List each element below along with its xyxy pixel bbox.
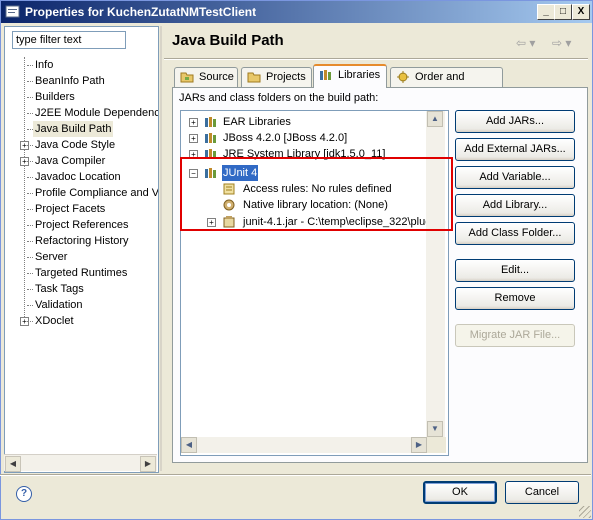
library-icon: [205, 133, 216, 143]
page-title: Java Build Path: [172, 32, 284, 49]
filter-input[interactable]: type filter text: [12, 31, 126, 49]
scroll-right-icon[interactable]: ▶: [140, 456, 156, 472]
scroll-down-icon[interactable]: ▼: [427, 421, 443, 437]
expand-icon[interactable]: +: [189, 134, 198, 143]
add-variable-button[interactable]: Add Variable...: [455, 166, 575, 189]
ok-button[interactable]: OK: [423, 481, 497, 504]
tab-libraries[interactable]: Libraries: [313, 64, 387, 88]
back-arrow-icon[interactable]: ⇦ ▾: [516, 36, 535, 50]
add-class-folder-button[interactable]: Add Class Folder...: [455, 222, 575, 245]
nav-item-info[interactable]: Info: [5, 57, 158, 73]
nav-horizontal-scrollbar[interactable]: ◀ ▶: [4, 454, 157, 472]
minimize-button[interactable]: _: [537, 4, 555, 20]
folder-source-icon: [180, 72, 194, 83]
close-button[interactable]: X: [572, 4, 590, 20]
nav-item-j2ee-module-dependencies[interactable]: J2EE Module Dependencies: [5, 105, 158, 121]
title-divider: [164, 58, 588, 60]
nav-item-refactoring-history[interactable]: Refactoring History: [5, 233, 158, 249]
tab-order-and-export[interactable]: Order and Export: [390, 67, 503, 101]
forward-arrow-icon[interactable]: ⇨ ▾: [552, 36, 571, 50]
libraries-label: JARs and class folders on the build path…: [179, 92, 379, 104]
scroll-right-icon[interactable]: ▶: [411, 437, 427, 453]
edit-button[interactable]: Edit...: [455, 259, 575, 282]
scroll-up-icon[interactable]: ▲: [427, 111, 443, 127]
cancel-button[interactable]: Cancel: [505, 481, 579, 504]
nav-item-java-code-style[interactable]: + Java Code Style: [5, 137, 158, 153]
nav-item-builders[interactable]: Builders: [5, 89, 158, 105]
nav-item-profile-compliance[interactable]: Profile Compliance and Validation: [5, 185, 158, 201]
maximize-button[interactable]: □: [554, 4, 572, 20]
nav-item-task-tags[interactable]: Task Tags: [5, 281, 158, 297]
projects-icon: [247, 72, 261, 83]
bottom-divider: [0, 474, 591, 476]
nav-item-project-references[interactable]: Project References: [5, 217, 158, 233]
split-sash[interactable]: [160, 26, 162, 471]
highlight-box: [180, 157, 453, 231]
title-bar[interactable]: Properties for KuchenZutatNMTestClient _…: [1, 1, 592, 23]
nav-item-targeted-runtimes[interactable]: Targeted Runtimes: [5, 265, 158, 281]
add-library-button[interactable]: Add Library...: [455, 194, 575, 217]
resize-grip-icon[interactable]: [579, 506, 591, 518]
nav-item-validation[interactable]: Validation: [5, 297, 158, 313]
scrollbar-corner: [427, 437, 446, 453]
migrate-jar-button[interactable]: Migrate JAR File...: [455, 324, 575, 347]
help-icon[interactable]: ?: [16, 486, 32, 502]
remove-button[interactable]: Remove: [455, 287, 575, 310]
add-external-jars-button[interactable]: Add External JARs...: [455, 138, 575, 161]
nav-item-javadoc-location[interactable]: Javadoc Location: [5, 169, 158, 185]
preference-nav-panel: type filter text Info BeanInfo Path Buil…: [4, 26, 159, 473]
order-export-icon: [397, 71, 409, 83]
expand-icon[interactable]: +: [189, 118, 198, 127]
nav-item-server[interactable]: Server: [5, 249, 158, 265]
window-title: Properties for KuchenZutatNMTestClient: [25, 5, 257, 19]
nav-tree: Info BeanInfo Path Builders J2EE Module …: [5, 57, 158, 329]
tree-horizontal-scrollbar[interactable]: ◀ ▶: [181, 437, 427, 453]
nav-item-beaninfo-path[interactable]: BeanInfo Path: [5, 73, 158, 89]
tab-projects[interactable]: Projects: [241, 67, 312, 87]
nav-item-project-facets[interactable]: Project Facets: [5, 201, 158, 217]
scroll-left-icon[interactable]: ◀: [181, 437, 197, 453]
nav-item-xdoclet[interactable]: + XDoclet: [5, 313, 158, 329]
scroll-left-icon[interactable]: ◀: [5, 456, 21, 472]
library-icon: [205, 117, 216, 127]
add-jars-button[interactable]: Add JARs...: [455, 110, 575, 133]
tab-source[interactable]: Source: [174, 67, 238, 87]
properties-window-icon: [5, 5, 20, 18]
nav-item-java-compiler[interactable]: + Java Compiler: [5, 153, 158, 169]
nav-item-java-build-path[interactable]: Java Build Path: [5, 121, 158, 137]
library-icon: [320, 70, 331, 80]
